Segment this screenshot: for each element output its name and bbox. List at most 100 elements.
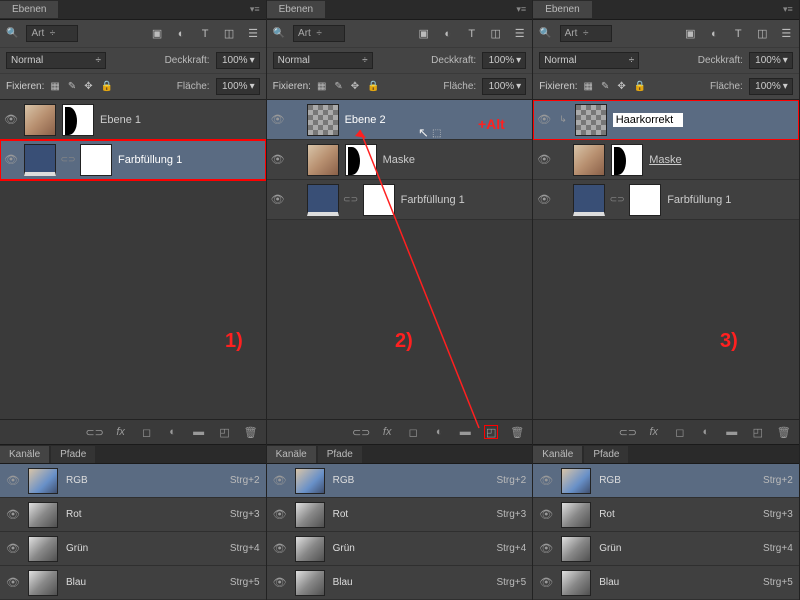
visibility-icon[interactable]: 👁 [271,113,285,127]
layer-row[interactable]: 👁⊂⊃Farbfüllung 1 [267,180,533,220]
lock-move-icon[interactable]: ✥ [617,81,625,92]
layer-thumbnail[interactable] [307,104,339,136]
channel-thumbnail[interactable] [295,570,325,596]
blend-mode-select[interactable]: Normal÷ [539,52,639,69]
channel-row[interactable]: 👁RotStrg+3 [267,498,533,532]
layer-group-icon[interactable]: ▬ [725,425,739,439]
visibility-icon[interactable]: 👁 [537,153,551,167]
filter-type-select[interactable]: Art ÷ [560,25,612,42]
fill-input[interactable]: 100% ▾ [749,78,793,95]
layer-thumbnail[interactable] [575,104,607,136]
channel-thumbnail[interactable] [561,536,591,562]
opacity-input[interactable]: 100% ▾ [216,52,260,69]
channel-thumbnail[interactable] [28,536,58,562]
link-layers-icon[interactable]: ⊂⊃ [354,425,368,439]
channel-row[interactable]: 👁BlauStrg+5 [267,566,533,600]
add-mask-icon[interactable]: ◻ [406,425,420,439]
layer-name-input[interactable] [613,113,683,127]
lock-paint-icon[interactable]: ✎ [68,81,76,92]
layer-fx-icon[interactable]: fx [380,425,394,439]
filter-shape-icon[interactable]: ◫ [756,27,769,40]
layer-thumbnail[interactable] [307,184,339,216]
channel-thumbnail[interactable] [28,502,58,528]
layer-name[interactable]: Farbfüllung 1 [118,154,182,166]
channel-thumbnail[interactable] [295,502,325,528]
lock-all-icon[interactable]: 🔒 [367,81,379,92]
layer-row[interactable]: 👁Maske [533,140,799,180]
delete-layer-icon[interactable]: 🗑 [244,425,258,439]
filter-shape-icon[interactable]: ◫ [489,27,502,40]
panel-menu-icon[interactable]: ▾≡ [250,4,260,15]
layer-name[interactable]: Farbfüllung 1 [667,194,731,206]
layer-mask-thumbnail[interactable] [345,144,377,176]
layer-mask-thumbnail[interactable] [611,144,643,176]
channel-row[interactable]: 👁RotStrg+3 [0,498,266,532]
visibility-icon[interactable]: 👁 [539,474,553,488]
lock-paint-icon[interactable]: ✎ [601,81,609,92]
add-mask-icon[interactable]: ◻ [673,425,687,439]
lock-transparent-icon[interactable]: ▦ [317,81,326,92]
opacity-input[interactable]: 100% ▾ [749,52,793,69]
channel-row[interactable]: 👁RGBStrg+2 [0,464,266,498]
opacity-input[interactable]: 100% ▾ [482,52,526,69]
visibility-icon[interactable]: 👁 [6,508,20,522]
visibility-icon[interactable]: 👁 [537,113,551,127]
filter-pixel-icon[interactable]: ▣ [417,27,430,40]
add-mask-icon[interactable]: ◻ [140,425,154,439]
channel-thumbnail[interactable] [561,502,591,528]
visibility-icon[interactable]: 👁 [6,576,20,590]
layer-thumbnail[interactable] [573,144,605,176]
new-layer-icon[interactable]: ◰ [484,425,498,439]
panel-menu-icon[interactable]: ▾≡ [783,4,793,15]
filter-type-icon[interactable]: T [199,27,212,40]
visibility-icon[interactable]: 👁 [6,542,20,556]
channel-thumbnail[interactable] [28,468,58,494]
lock-all-icon[interactable]: 🔒 [634,81,646,92]
visibility-icon[interactable]: 👁 [539,576,553,590]
layer-mask-thumbnail[interactable] [62,104,94,136]
visibility-icon[interactable]: 👁 [273,576,287,590]
filter-pixel-icon[interactable]: ▣ [151,27,164,40]
visibility-icon[interactable]: 👁 [271,153,285,167]
visibility-icon[interactable]: 👁 [273,508,287,522]
visibility-icon[interactable]: 👁 [539,542,553,556]
filter-smart-icon[interactable]: ☰ [247,27,260,40]
channel-thumbnail[interactable] [561,468,591,494]
layer-row[interactable]: 👁 ⊂⊃ Farbfüllung 1 [533,180,799,220]
tab-channels[interactable]: Kanäle [267,446,316,463]
visibility-icon[interactable]: 👁 [273,474,287,488]
visibility-icon[interactable]: 👁 [537,193,551,207]
layer-name[interactable]: Maske [383,154,415,166]
blend-mode-select[interactable]: Normal÷ [273,52,373,69]
visibility-icon[interactable]: 👁 [271,193,285,207]
layer-group-icon[interactable]: ▬ [458,425,472,439]
tab-paths[interactable]: Pfade [584,446,628,463]
adjustment-layer-icon[interactable]: ◐ [432,425,446,439]
layer-row[interactable]: 👁⊂⊃Farbfüllung 1 [0,140,266,180]
layer-fx-icon[interactable]: fx [647,425,661,439]
tab-paths[interactable]: Pfade [51,446,95,463]
channel-row[interactable]: 👁GrünStrg+4 [0,532,266,566]
channel-row[interactable]: 👁GrünStrg+4 [267,532,533,566]
channel-row[interactable]: 👁BlauStrg+5 [0,566,266,600]
layer-thumbnail[interactable] [24,144,56,176]
filter-pixel-icon[interactable]: ▣ [684,27,697,40]
adjustment-layer-icon[interactable]: ◐ [699,425,713,439]
link-layers-icon[interactable]: ⊂⊃ [621,425,635,439]
channel-row[interactable]: 👁RGBStrg+2 [533,464,799,498]
fill-input[interactable]: 100% ▾ [482,78,526,95]
link-layers-icon[interactable]: ⊂⊃ [88,425,102,439]
lock-move-icon[interactable]: ✥ [84,81,92,92]
visibility-icon[interactable]: 👁 [539,508,553,522]
channel-thumbnail[interactable] [28,570,58,596]
layer-row[interactable]: 👁 Maske [267,140,533,180]
filter-smart-icon[interactable]: ☰ [513,27,526,40]
filter-adjust-icon[interactable]: ◐ [708,27,721,40]
tab-layers[interactable]: Ebenen [0,1,58,18]
channel-thumbnail[interactable] [295,468,325,494]
visibility-icon[interactable]: 👁 [6,474,20,488]
filter-adjust-icon[interactable]: ◐ [175,27,188,40]
fill-input[interactable]: 100% ▾ [216,78,260,95]
link-icon[interactable]: ⊂⊃ [611,194,623,206]
link-icon[interactable]: ⊂⊃ [62,154,74,166]
